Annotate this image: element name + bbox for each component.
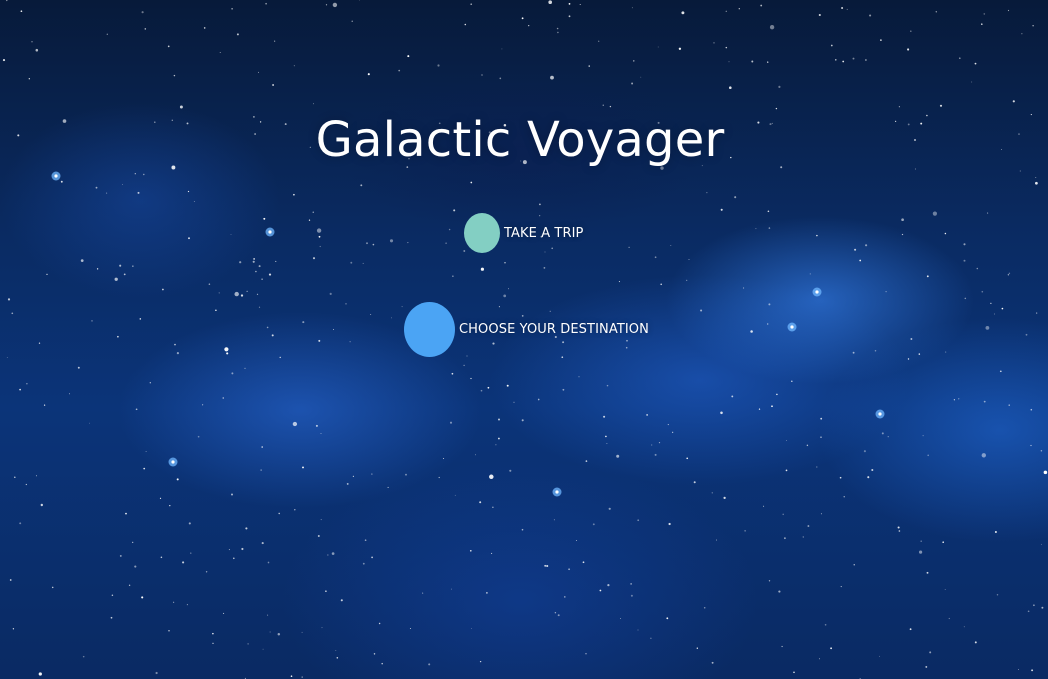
take-a-trip-button[interactable]: TAKE A TRIP [464,213,583,253]
take-a-trip-circle-icon [464,213,500,253]
choose-destination-button[interactable]: CHOOSE YOUR DESTINATION [404,302,649,357]
choose-destination-circle-icon [404,302,455,357]
page-title: Galactic Voyager [315,112,725,169]
choose-destination-label: CHOOSE YOUR DESTINATION [459,322,649,337]
take-a-trip-label: TAKE A TRIP [504,225,584,241]
